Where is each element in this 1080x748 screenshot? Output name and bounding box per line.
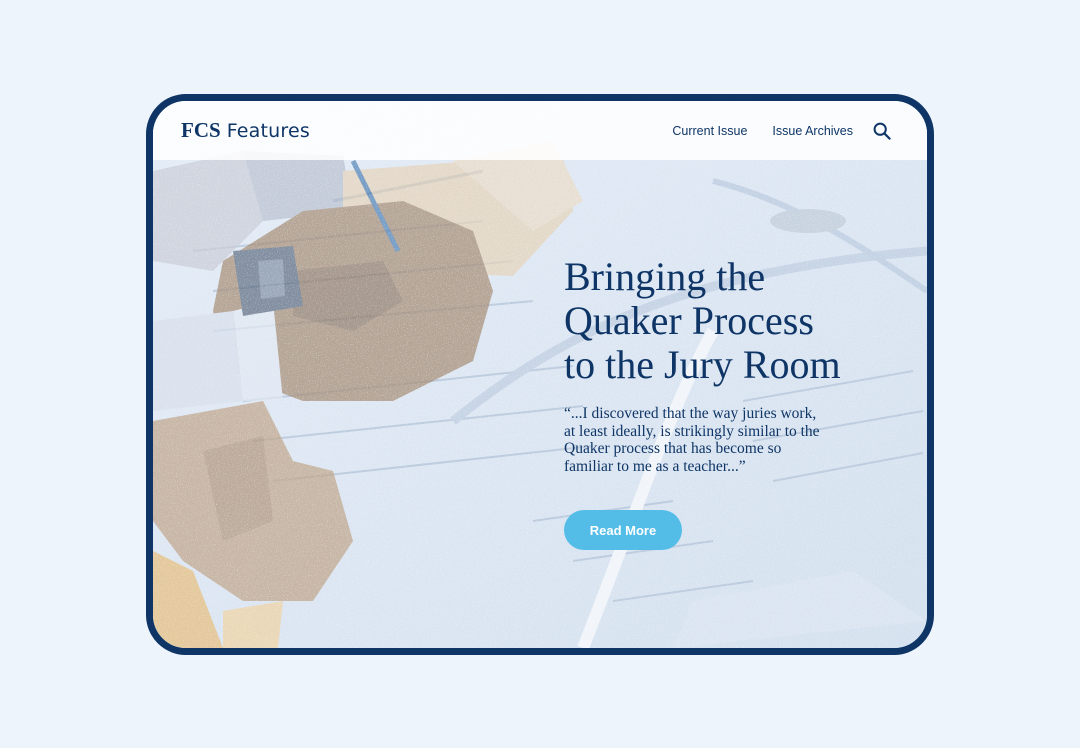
search-button[interactable]: [872, 121, 892, 141]
search-icon: [873, 122, 891, 140]
hero-quote-line: “...I discovered that the way juries wor…: [564, 405, 817, 422]
logo-wordmark: Features: [226, 120, 310, 142]
main-nav: Current Issue Issue Archives: [647, 121, 892, 141]
hero-title-line: to the Jury Room: [564, 342, 841, 387]
nav-link-current-issue[interactable]: Current Issue: [672, 124, 747, 138]
site-logo[interactable]: FCS Features: [181, 118, 310, 143]
hero-title: Bringing the Quaker Process to the Jury …: [564, 255, 884, 387]
hero-title-line: Quaker Process: [564, 298, 814, 343]
site-header: FCS Features Current Issue Issue Archive…: [153, 101, 927, 160]
hero-quote-line: at least ideally, is strikingly similar …: [564, 422, 820, 440]
hero-quote-line: Quaker process that has become so: [564, 440, 782, 457]
nav-link-issue-archives[interactable]: Issue Archives: [772, 124, 853, 138]
logo-abbreviation: FCS: [181, 118, 221, 142]
hero-content: Bringing the Quaker Process to the Jury …: [564, 255, 884, 550]
hero-quote: “...I discovered that the way juries wor…: [564, 405, 884, 475]
read-more-button[interactable]: Read More: [564, 510, 682, 550]
hero-quote-line: familiar to me as a teacher...”: [564, 457, 746, 475]
hero-title-line: Bringing the: [564, 254, 766, 299]
site-screen: FCS Features Current Issue Issue Archive…: [146, 94, 934, 655]
